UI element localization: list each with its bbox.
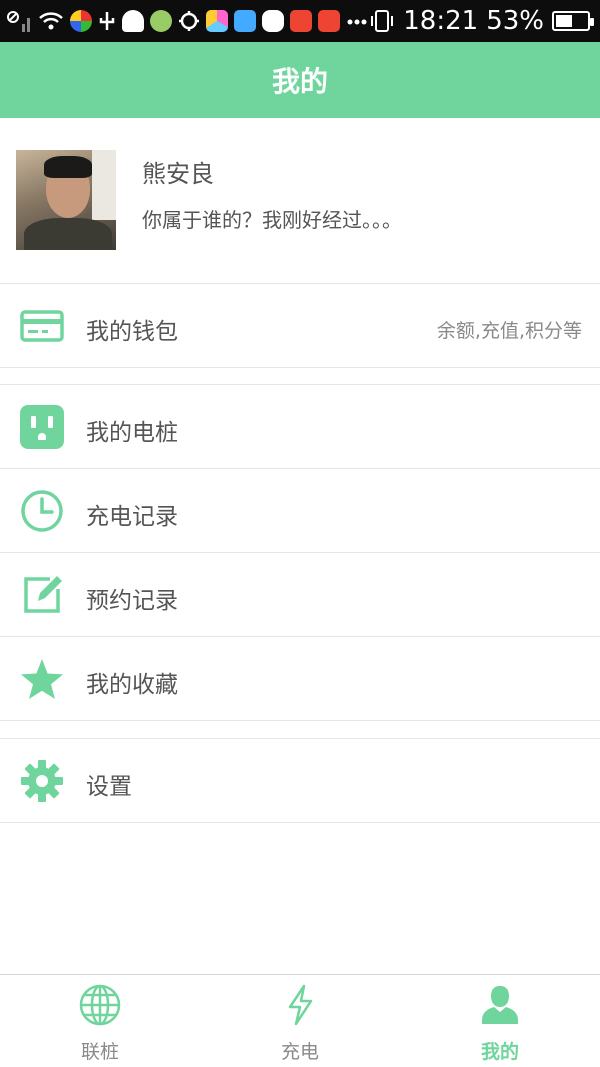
menu-item-label: 预约记录: [86, 588, 178, 614]
menu-item-label: 我的钱包: [86, 319, 178, 345]
battery-icon: [552, 11, 594, 31]
menu-item-settings[interactable]: 设置: [0, 739, 600, 823]
clock-icon: [21, 490, 63, 532]
news-app-icon: [290, 10, 312, 32]
app-notification-icon-2: [150, 10, 172, 32]
tab-charge[interactable]: 充电: [200, 975, 400, 1067]
profile-name: 熊安良: [142, 160, 214, 188]
menu-item-charge-records[interactable]: 充电记录: [0, 469, 600, 553]
battery-percent: 53%: [486, 6, 544, 36]
android-icon: [122, 10, 144, 32]
menu-item-label: 我的收藏: [86, 672, 178, 698]
usb-icon: [99, 12, 115, 30]
app-notification-icon-3: [206, 10, 228, 32]
title-bar: 我的: [0, 42, 600, 118]
status-bar: 18:21 53%: [0, 0, 600, 42]
profile-card[interactable]: 熊安良 你属于谁的？我刚好经过。。。: [0, 118, 600, 284]
power-socket-icon: [20, 405, 64, 449]
globe-icon: [79, 984, 121, 1026]
bottom-tab-bar: 联桩 充电 我的: [0, 974, 600, 1067]
menu-item-wallet[interactable]: 我的钱包 余额,充值,积分等: [0, 284, 600, 368]
tab-label: 联桩: [80, 1041, 119, 1063]
wifi-icon: [39, 12, 63, 30]
menu-item-reservation-records[interactable]: 预约记录: [0, 553, 600, 637]
gamepad-icon: [262, 10, 284, 32]
tab-label: 我的: [480, 1041, 519, 1063]
page-title: 我的: [271, 65, 328, 98]
menu-item-favorites[interactable]: 我的收藏: [0, 637, 600, 721]
notification-icons: [6, 0, 368, 42]
vibrate-icon: [371, 10, 394, 32]
gear-icon: [21, 760, 63, 802]
wallet-card-icon: [20, 310, 64, 342]
more-icon: [347, 19, 367, 25]
news-app-icon-2: [318, 10, 340, 32]
app-notification-icon: [70, 10, 92, 32]
gps-icon: [179, 11, 199, 31]
menu-item-my-piles[interactable]: 我的电桩: [0, 385, 600, 469]
tab-label: 充电: [280, 1041, 319, 1063]
star-icon: [21, 659, 63, 699]
menu-item-label: 设置: [86, 774, 132, 800]
menu-item-label: 充电记录: [86, 504, 178, 530]
person-icon: [482, 986, 518, 1024]
edit-icon: [24, 576, 62, 613]
avatar[interactable]: [16, 150, 116, 250]
menu-item-label: 我的电桩: [86, 420, 178, 446]
lightning-icon: [288, 984, 313, 1026]
tab-lianzhuang[interactable]: 联桩: [0, 975, 200, 1067]
clock: 18:21: [403, 6, 479, 36]
profile-bio: 你属于谁的？我刚好经过。。。: [142, 208, 402, 232]
menu-item-hint: 余额,充值,积分等: [436, 320, 582, 342]
tab-mine[interactable]: 我的: [400, 975, 600, 1067]
signal-icon: [7, 11, 30, 32]
map-app-icon: [234, 10, 256, 32]
